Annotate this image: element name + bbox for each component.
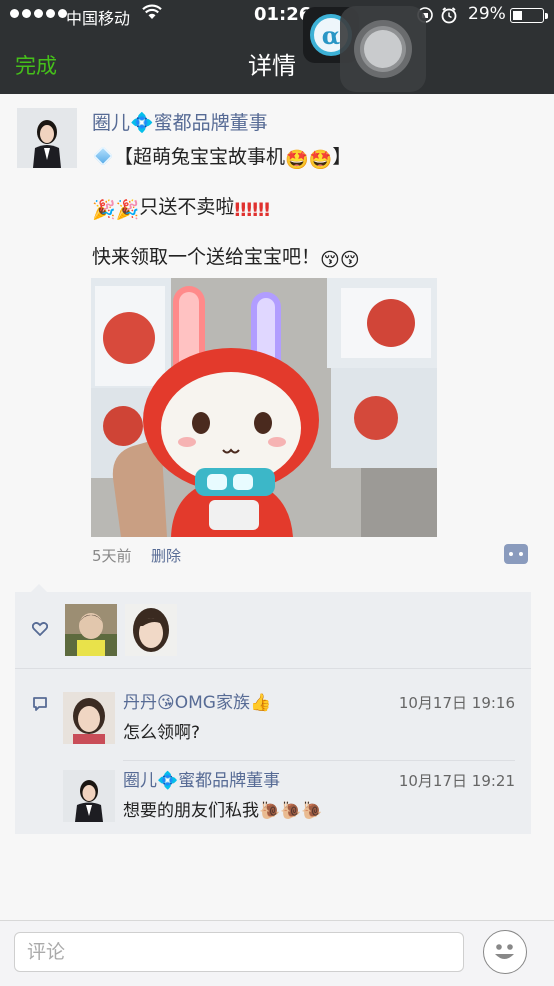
comment-text: 怎么领啊?	[123, 723, 201, 743]
post-line-3-text: 快来领取一个送给宝宝吧！	[92, 246, 321, 268]
done-button[interactable]: 完成	[15, 50, 57, 80]
author-avatar[interactable]	[17, 108, 77, 168]
delete-button[interactable]: 删除	[151, 545, 181, 566]
post-line-1-bracket: 】	[332, 146, 352, 168]
signal-strength-icon	[10, 9, 67, 18]
likes-row	[15, 592, 531, 669]
battery-percent: 29%	[468, 4, 506, 24]
status-bar: 中国移动 01:26 29%	[0, 0, 554, 32]
post-photo[interactable]	[91, 278, 437, 537]
carrier-name: 中国移动	[66, 9, 131, 28]
divider	[123, 760, 515, 761]
comment-time: 10月17日 19:16	[398, 694, 515, 712]
comment-input[interactable]	[14, 932, 464, 972]
commenter-name[interactable]: 圈儿💠蜜都品牌董事	[123, 766, 280, 791]
assistive-touch-button[interactable]	[340, 6, 426, 92]
commenter-avatar[interactable]	[63, 692, 115, 744]
kissing-face-icon: 😚😚	[320, 249, 360, 271]
double-exclamation-icon: ‼‼‼	[234, 199, 271, 221]
comment-text: 想要的朋友们私我🐌🐌🐌	[123, 801, 323, 821]
commenter-name[interactable]: 丹丹😘OMG家族👍	[123, 688, 271, 713]
comment-time: 10月17日 19:21	[398, 772, 515, 790]
wifi-icon	[142, 4, 162, 19]
liker-avatar[interactable]	[65, 604, 117, 656]
post-time: 5天前	[92, 547, 132, 565]
interaction-panel: 丹丹😘OMG家族👍 10月17日 19:16 怎么领啊? 圈儿💠蜜都品牌董事 1…	[15, 584, 531, 834]
battery-icon	[510, 8, 548, 23]
heart-icon	[32, 622, 48, 636]
post-line-2-text: 只送不卖啦	[139, 196, 235, 218]
post-text-line-2: 🎉🎉只送不卖啦‼‼‼	[92, 192, 270, 221]
page-title: 详情	[248, 52, 296, 80]
star-struck-emoji-icon: 🤩🤩	[285, 149, 333, 171]
author-name[interactable]: 圈儿💠蜜都品牌董事	[92, 108, 268, 135]
emoji-button[interactable]	[483, 930, 527, 974]
post-text-line-3: 快来领取一个送给宝宝吧！😚😚	[92, 242, 360, 271]
smiley-icon	[495, 944, 514, 959]
commenter-avatar[interactable]	[63, 770, 115, 822]
party-popper-icon: 🎉🎉	[92, 199, 140, 221]
nav-bar: 完成 详情	[0, 32, 554, 94]
post-line-1-text: 【超萌兔宝宝故事机	[114, 146, 286, 168]
comment-item[interactable]: 丹丹😘OMG家族👍 10月17日 19:16 怎么领啊?	[15, 684, 531, 760]
post-text-line-1: 【超萌兔宝宝故事机🤩🤩】	[92, 142, 351, 171]
diamond-icon	[93, 146, 113, 166]
comment-input-bar	[0, 920, 554, 986]
liker-avatar[interactable]	[125, 604, 177, 656]
comment-item[interactable]: 圈儿💠蜜都品牌董事 10月17日 19:21 想要的朋友们私我🐌🐌🐌	[15, 762, 531, 838]
more-options-icon[interactable]	[504, 544, 528, 564]
